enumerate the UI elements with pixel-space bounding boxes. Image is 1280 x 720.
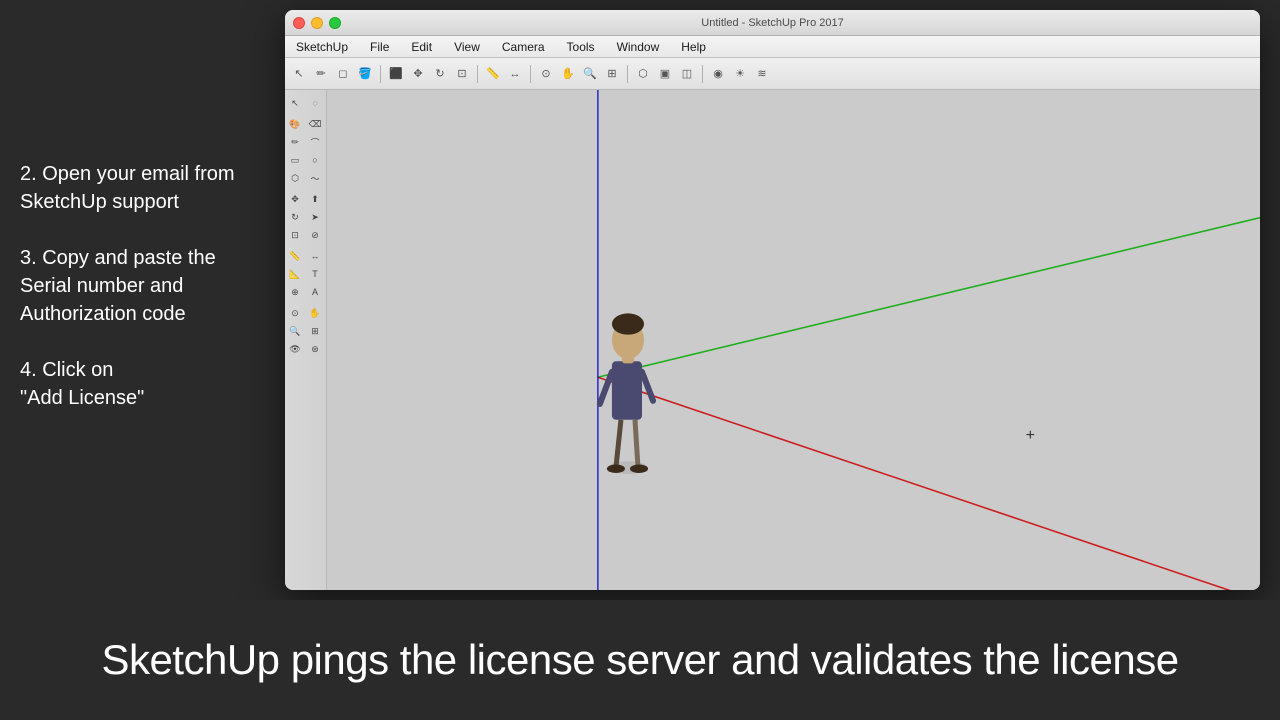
- side-paint-icon[interactable]: 🎨: [285, 115, 305, 133]
- tape-icon[interactable]: 📏: [483, 64, 503, 84]
- move-icon[interactable]: ✥: [408, 64, 428, 84]
- side-tape-icon[interactable]: 📏: [285, 247, 305, 265]
- side-tool-group-4: 📏 ↔ 📐 T ⊕ A: [285, 247, 326, 301]
- sections-icon[interactable]: ◫: [677, 64, 697, 84]
- menu-sketchup[interactable]: SketchUp: [293, 39, 351, 55]
- minimize-button[interactable]: [311, 17, 323, 29]
- menu-camera[interactable]: Camera: [499, 39, 548, 55]
- side-freehand-icon[interactable]: 〜: [305, 169, 325, 187]
- fog-icon[interactable]: ≋: [752, 64, 772, 84]
- side-rotate-icon[interactable]: ↻: [285, 208, 305, 226]
- side-move-icon[interactable]: ✥: [285, 190, 305, 208]
- shadows-icon[interactable]: ☀: [730, 64, 750, 84]
- side-rect-icon[interactable]: ▭: [285, 151, 305, 169]
- canvas-area[interactable]: +: [327, 90, 1260, 590]
- select-tool-icon[interactable]: ↖: [289, 64, 309, 84]
- side-polygon-icon[interactable]: ⬡: [285, 169, 305, 187]
- sketchup-window: Untitled - SketchUp Pro 2017 SketchUp Fi…: [285, 10, 1260, 590]
- title-bar: Untitled - SketchUp Pro 2017: [285, 10, 1260, 36]
- window-title: Untitled - SketchUp Pro 2017: [701, 17, 843, 29]
- menu-edit[interactable]: Edit: [408, 39, 435, 55]
- side-zoom-icon[interactable]: 🔍: [285, 322, 305, 340]
- pan-icon[interactable]: ✋: [558, 64, 578, 84]
- styles-icon[interactable]: ◉: [708, 64, 728, 84]
- close-button[interactable]: [293, 17, 305, 29]
- canvas-svg: [327, 90, 1260, 590]
- traffic-lights: [293, 17, 341, 29]
- toolbar: ↖ ✏ ◻ 🪣 ⬛ ✥ ↻ ⊡ 📏 ↔ ⊙ ✋ 🔍 ⊞ ⬡ ▣ ◫ ◉ ☀ ≋: [285, 58, 1260, 90]
- menu-view[interactable]: View: [451, 39, 483, 55]
- toolbar-sep-1: [380, 65, 381, 83]
- zoom-extents-icon[interactable]: ⊞: [602, 64, 622, 84]
- side-axes-icon[interactable]: ⊕: [285, 283, 305, 301]
- side-dimension-icon[interactable]: ↔: [305, 247, 325, 265]
- step-2: 2. Open your email from SketchUp support: [20, 160, 260, 216]
- side-tool-group-1: ↖ ◌: [285, 94, 326, 112]
- side-lookat-icon[interactable]: ⊛: [305, 340, 325, 358]
- side-tool-group-2: 🎨 ⌫ ✏ ⌒ ▭ ○ ⬡ 〜: [285, 115, 326, 187]
- side-tool-group-3: ✥ ⬆ ↻ ➤ ⊡ ⊘: [285, 190, 326, 244]
- side-pencil-icon[interactable]: ✏: [285, 133, 305, 151]
- menu-file[interactable]: File: [367, 39, 392, 55]
- eraser-tool-icon[interactable]: ◻: [333, 64, 353, 84]
- side-tool-group-5: ⊙ ✋ 🔍 ⊞ 👁 ⊛: [285, 304, 326, 358]
- step-3-text: 3. Copy and paste the Serial number and …: [20, 247, 216, 325]
- side-3dtext-icon[interactable]: A: [305, 283, 325, 301]
- push-pull-icon[interactable]: ⬛: [386, 64, 406, 84]
- menu-bar: SketchUp File Edit View Camera Tools Win…: [285, 36, 1260, 58]
- side-select-icon[interactable]: ↖: [285, 94, 305, 112]
- side-pan-icon[interactable]: ✋: [305, 304, 325, 322]
- zoom-icon[interactable]: 🔍: [580, 64, 600, 84]
- bottom-caption: SketchUp pings the license server and va…: [0, 600, 1280, 720]
- side-scale-icon[interactable]: ⊡: [285, 226, 305, 244]
- side-circle-icon[interactable]: ○: [305, 151, 325, 169]
- side-eraser-icon[interactable]: ⌫: [305, 115, 325, 133]
- rotate-icon[interactable]: ↻: [430, 64, 450, 84]
- step-3: 3. Copy and paste the Serial number and …: [20, 244, 260, 328]
- menu-tools[interactable]: Tools: [564, 39, 598, 55]
- side-followme-icon[interactable]: ➤: [305, 208, 325, 226]
- side-pushpull-icon[interactable]: ⬆: [305, 190, 325, 208]
- dimension-icon[interactable]: ↔: [505, 64, 525, 84]
- side-offset-icon[interactable]: ⊘: [305, 226, 325, 244]
- caption-text: SketchUp pings the license server and va…: [101, 636, 1178, 684]
- toolbar-sep-3: [530, 65, 531, 83]
- scale-icon[interactable]: ⊡: [452, 64, 472, 84]
- side-text-icon[interactable]: T: [305, 265, 325, 283]
- side-toolbar: ↖ ◌ 🎨 ⌫ ✏ ⌒ ▭ ○ ⬡ 〜: [285, 90, 327, 590]
- side-zoomext-icon[interactable]: ⊞: [305, 322, 325, 340]
- orbit-icon[interactable]: ⊙: [536, 64, 556, 84]
- side-arc-icon[interactable]: ⌒: [305, 133, 325, 151]
- side-protractor-icon[interactable]: 📐: [285, 265, 305, 283]
- instruction-panel: 2. Open your email from SketchUp support…: [0, 0, 280, 600]
- step-2-text: 2. Open your email from SketchUp support: [20, 163, 235, 213]
- step-4-text: 4. Click on "Add License": [20, 359, 144, 409]
- toolbar-sep-5: [702, 65, 703, 83]
- maximize-button[interactable]: [329, 17, 341, 29]
- pencil-tool-icon[interactable]: ✏: [311, 64, 331, 84]
- menu-window[interactable]: Window: [614, 39, 663, 55]
- groups-icon[interactable]: ▣: [655, 64, 675, 84]
- paint-tool-icon[interactable]: 🪣: [355, 64, 375, 84]
- side-lasso-icon[interactable]: ◌: [305, 94, 325, 112]
- toolbar-sep-2: [477, 65, 478, 83]
- step-4: 4. Click on "Add License": [20, 356, 260, 412]
- toolbar-sep-4: [627, 65, 628, 83]
- main-area: ↖ ◌ 🎨 ⌫ ✏ ⌒ ▭ ○ ⬡ 〜: [285, 90, 1260, 590]
- menu-help[interactable]: Help: [678, 39, 709, 55]
- components-icon[interactable]: ⬡: [633, 64, 653, 84]
- side-orbit-icon[interactable]: ⊙: [285, 304, 305, 322]
- side-walkthrough-icon[interactable]: 👁: [285, 340, 305, 358]
